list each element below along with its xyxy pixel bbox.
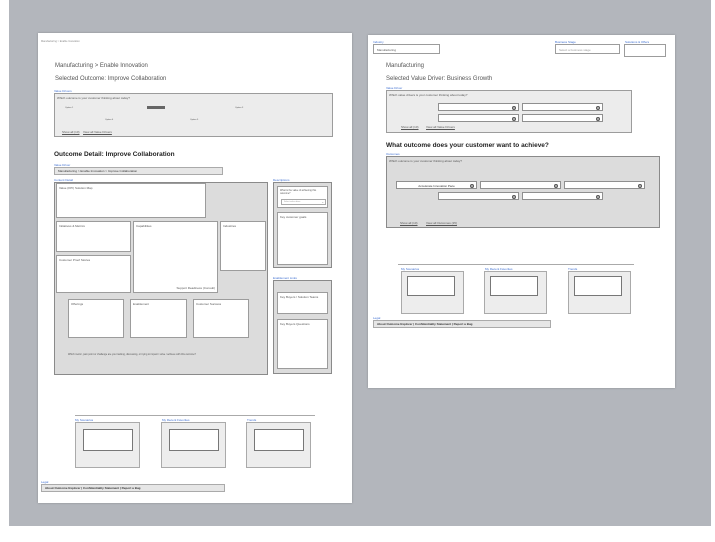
value-driver-option-2[interactable] (522, 103, 603, 111)
info-icon (512, 194, 516, 199)
info-icon (596, 105, 600, 110)
outcome-option-selected[interactable]: Accelerate Innovation Pace (396, 181, 477, 189)
value-driver-option-4[interactable] (522, 114, 603, 122)
value-driver-option-1[interactable] (438, 103, 519, 111)
value-driver-select[interactable]: Select value driver ⌄ (281, 199, 326, 205)
value-solution-map-label: Value (KPI) Solution Map (59, 186, 93, 190)
industries-card: Industries (220, 221, 266, 271)
right-page: Industry Manufacturing Business Stage Se… (368, 35, 675, 388)
outcome-option-3[interactable] (564, 181, 645, 189)
show-all-value-drivers-link[interactable]: Show all (10) (401, 125, 419, 129)
view-all-outcomes-link[interactable]: View all Outcomes (15) (426, 221, 457, 225)
info-icon (554, 183, 558, 188)
info-icon (596, 194, 600, 199)
customer-success-label: Customer Success (196, 302, 222, 306)
value-driver-select-placeholder: Select value driver (284, 201, 301, 203)
footer-bar: About Outcome Explorer | Confidentiality… (41, 484, 225, 492)
business-stage-field[interactable]: Select a business stage (555, 44, 620, 54)
outcome-option-5[interactable] (522, 192, 603, 200)
description-side-panel: What is the value of achieving this outc… (273, 182, 332, 268)
page-title-right: Manufacturing (386, 63, 425, 69)
customer-stories-card: Customer Proof Stories (56, 255, 131, 293)
outcome-option-4[interactable] (438, 192, 519, 200)
outcome-question-right: Which outcome is your customer thinking … (389, 159, 462, 163)
outcome-question: Which outcome is your customer thinking … (57, 96, 130, 100)
selected-path-bar: Manufacturing > Enable Innovation > Impr… (54, 167, 223, 175)
footer-bar-right: About Outcome Explorer | Confidentiality… (373, 320, 551, 328)
customer-success-card: Customer Success (193, 299, 249, 338)
view-all-value-drivers-link-right[interactable]: View all Value Drivers (426, 125, 455, 129)
info-icon (470, 183, 474, 188)
key-goals-label: Key customer goals (280, 215, 307, 219)
industry-field-value: Manufacturing (377, 48, 397, 52)
outcome-detail-heading: Outcome Detail: Improve Collaboration (54, 151, 175, 158)
content-detail-panel: Value (KPI) Solution Map Initiatives & M… (54, 182, 268, 375)
show-all-outcomes-link[interactable]: Show all (10) (400, 221, 418, 225)
option-4[interactable]: Option 4 (105, 119, 113, 121)
initiatives-card: Initiatives & Metrics (56, 221, 131, 252)
key-questions-label: Key Buyers Questions (280, 322, 310, 326)
enablement-side-panel: Key Buyers / Solution Teams Key Buyers Q… (273, 280, 332, 374)
customer-stories-label: Customer Proof Stories (59, 258, 91, 262)
info-icon (512, 116, 516, 121)
footer-card-scenarios-right[interactable] (401, 271, 464, 314)
enablement-label: Enablement (133, 302, 150, 306)
footer-card-scenarios[interactable] (75, 422, 140, 468)
option-selected-chip[interactable] (147, 106, 165, 109)
capabilities-card: Capabilities Support Readiness (Consult) (133, 221, 218, 293)
key-buyers-card: Key Buyers / Solution Teams (277, 292, 328, 314)
footer-divider (75, 415, 315, 416)
solutions-field[interactable] (624, 44, 666, 57)
footer-card-trends-right[interactable] (568, 271, 631, 314)
footer-divider-right (398, 264, 634, 265)
key-goals-card: Key customer goals (277, 212, 328, 265)
enablement-card: Enablement (130, 299, 187, 338)
value-solution-map-card: Value (KPI) Solution Map (56, 183, 206, 218)
industry-field[interactable]: Manufacturing (373, 44, 440, 54)
key-buyers-label: Key Buyers / Solution Teams (280, 295, 319, 299)
offerings-label: Offerings (71, 302, 84, 306)
outcome-question-card: Which outcome is your customer thinking … (54, 93, 333, 137)
selected-outcome-title: Selected Outcome: Improve Collaboration (55, 76, 167, 82)
value-driver-question: Which value drivers is your customer thi… (389, 93, 468, 97)
footer-card-favorites[interactable] (161, 422, 226, 468)
option-1[interactable]: Option 1 (65, 107, 73, 109)
page-title: Manufacturing > Enable Innovation (55, 63, 148, 69)
capabilities-label: Capabilities (136, 224, 152, 228)
outcome-heading: What outcome does your customer want to … (386, 142, 549, 149)
outcome-question-card-right: Which outcome is your customer thinking … (386, 156, 660, 228)
left-page: Manufacturing > Enable Innovation Manufa… (38, 33, 352, 503)
industries-label: Industries (223, 224, 237, 228)
outcome-option-selected-label: Accelerate Innovation Pace (418, 184, 455, 188)
footer-card-trends[interactable] (246, 422, 311, 468)
support-readiness-label: Support Readiness (Consult) (176, 286, 215, 290)
key-questions-card: Key Buyers Questions (277, 319, 328, 369)
option-3[interactable]: Option 3 (235, 107, 243, 109)
breadcrumb: Manufacturing > Enable Innovation (41, 40, 80, 43)
value-driver-question-card: Which value drivers is your customer thi… (386, 90, 632, 133)
bottom-caption: Which metric, pain point or challenge ar… (68, 353, 196, 356)
view-all-value-drivers-link[interactable]: View all Value Drivers (83, 130, 112, 134)
business-stage-placeholder: Select a business stage (559, 48, 591, 52)
value-question-label: What is the value of achieving this outc… (280, 189, 317, 195)
selected-value-driver-title: Selected Value Driver: Business Growth (386, 76, 493, 82)
initiatives-label: Initiatives & Metrics (59, 224, 85, 228)
outcome-option-2[interactable] (480, 181, 561, 189)
info-icon (512, 105, 516, 110)
info-icon (596, 116, 600, 121)
value-driver-option-3[interactable] (438, 114, 519, 122)
chevron-down-icon: ⌄ (321, 200, 324, 204)
show-all-link[interactable]: Show all (10) (62, 130, 80, 134)
value-question-card: What is the value of achieving this outc… (277, 186, 328, 208)
footer-card-favorites-right[interactable] (484, 271, 547, 314)
info-icon (638, 183, 642, 188)
offerings-card: Offerings (68, 299, 124, 338)
option-5[interactable]: Option 5 (190, 119, 198, 121)
